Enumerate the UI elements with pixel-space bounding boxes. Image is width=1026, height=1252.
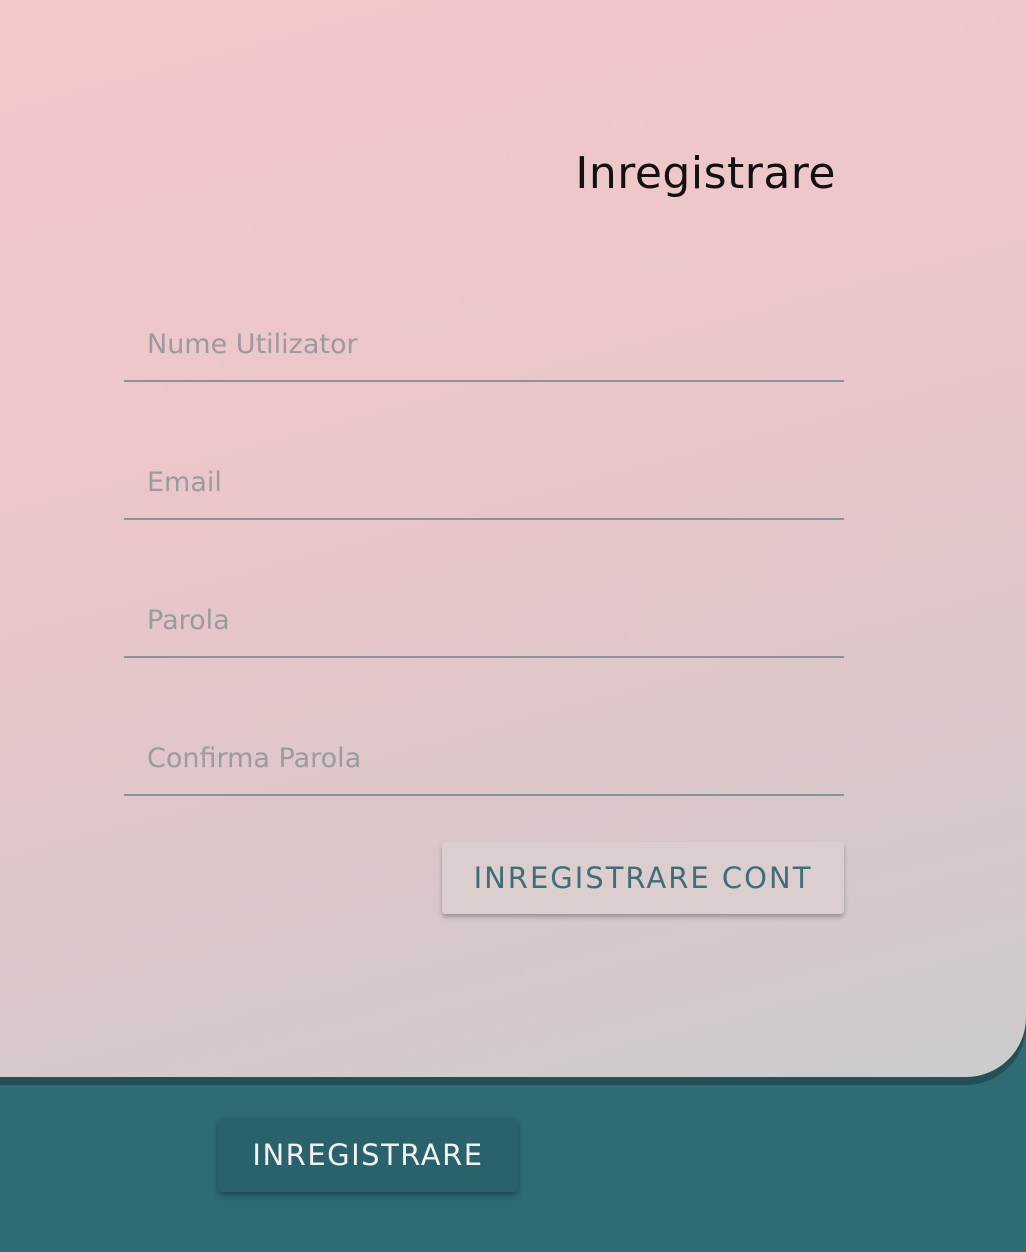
page-title: Inregistrare: [575, 148, 836, 199]
register-account-button[interactable]: INREGISTRARE CONT: [442, 842, 844, 914]
email-input[interactable]: [124, 446, 844, 518]
password-input[interactable]: [124, 584, 844, 656]
register-tab-button[interactable]: INREGISTRARE: [218, 1118, 518, 1192]
confirm-password-field[interactable]: [124, 722, 844, 796]
confirm-password-input[interactable]: [124, 722, 844, 794]
username-input[interactable]: [124, 308, 844, 380]
password-field[interactable]: [124, 584, 844, 658]
email-field[interactable]: [124, 446, 844, 520]
username-field[interactable]: [124, 308, 844, 382]
registration-panel: Inregistrare INREGISTRARE CONT: [0, 0, 1026, 1077]
